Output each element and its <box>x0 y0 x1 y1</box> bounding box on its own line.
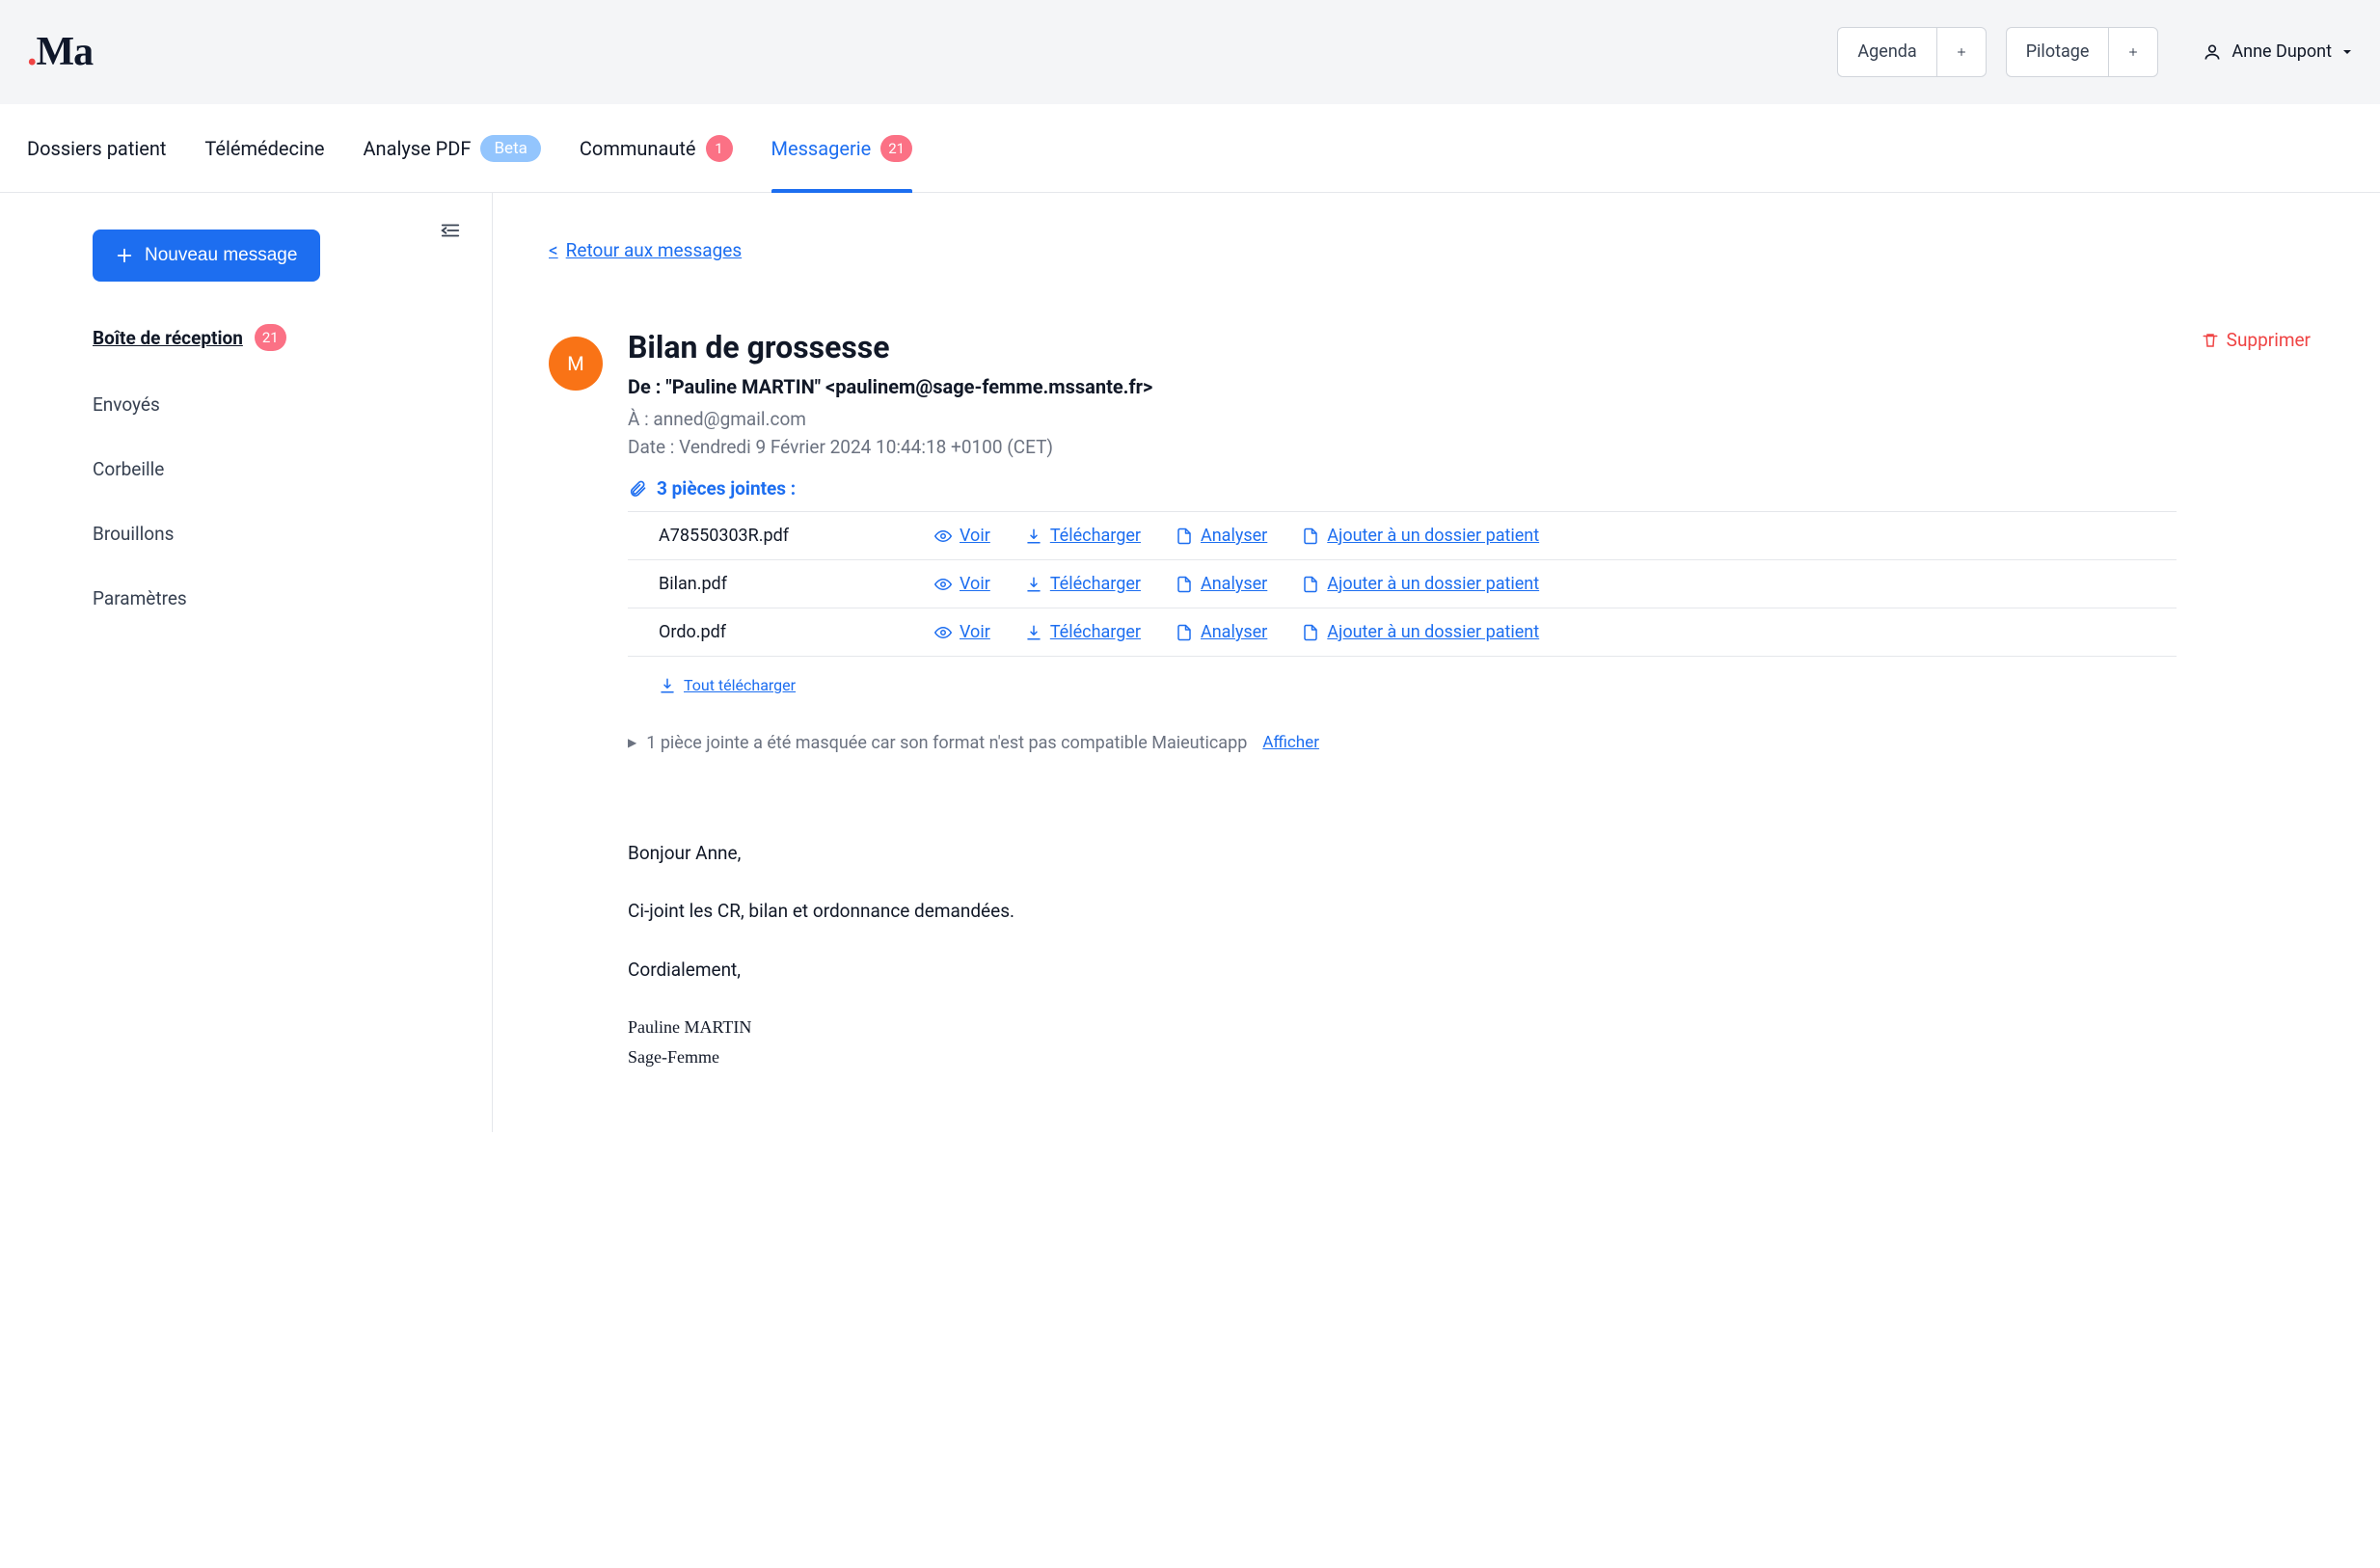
file-icon <box>1176 624 1193 641</box>
logo-text: Ma <box>37 30 94 74</box>
agenda-button[interactable]: Agenda <box>1837 27 1935 77</box>
attachment-download-button[interactable]: Télécharger <box>1025 574 1141 594</box>
plus-icon <box>2128 42 2138 62</box>
main-tabs: Dossiers patient Télémédecine Analyse PD… <box>0 104 2380 193</box>
eye-icon <box>934 576 952 593</box>
back-to-messages-link[interactable]: < Retour aux messages <box>549 239 742 261</box>
hidden-attachment-notice: ▶ 1 pièce jointe a été masquée car son f… <box>628 733 2177 753</box>
attachment-download-button[interactable]: Télécharger <box>1025 526 1141 546</box>
attachment-row: Ordo.pdf Voir Télécharger Analyser Ajouter à… <box>628 608 2177 657</box>
message-date: Date : Vendredi 9 Février 2024 10:44:18 … <box>628 436 2177 458</box>
message-from: De : "Pauline MARTIN" <paulinem@sage-fem… <box>628 375 2177 398</box>
paperclip-icon <box>628 479 647 499</box>
eye-icon <box>934 527 952 545</box>
download-icon <box>659 677 676 694</box>
attachment-add-to-patient-button[interactable]: Ajouter à un dossier patient <box>1302 526 1539 546</box>
tab-messagerie[interactable]: Messagerie 21 <box>771 104 913 192</box>
message-content: < Retour aux messages M Bilan de grosses… <box>493 193 2380 1132</box>
user-menu[interactable]: Anne Dupont <box>2203 41 2353 62</box>
tab-telemedecine[interactable]: Télémédecine <box>204 104 324 192</box>
delete-message-button[interactable]: Supprimer <box>2202 329 2311 351</box>
chevron-left-icon: < <box>549 239 558 261</box>
download-all-button[interactable]: Tout télécharger <box>659 676 796 694</box>
attachment-analyze-button[interactable]: Analyser <box>1176 526 1267 546</box>
collapse-sidebar-button[interactable] <box>440 220 461 241</box>
count-badge: 21 <box>255 324 286 351</box>
attachment-row: Bilan.pdf Voir Télécharger Analyser Ajouter … <box>628 560 2177 608</box>
pilotage-button[interactable]: Pilotage <box>2006 27 2109 77</box>
triangle-right-icon: ▶ <box>628 736 636 749</box>
file-icon <box>1302 576 1319 593</box>
attachment-row: A78550303R.pdf Voir Télécharger Analyser Ajo… <box>628 511 2177 560</box>
plus-icon <box>1957 42 1966 62</box>
tab-communaute[interactable]: Communauté 1 <box>580 104 733 192</box>
show-hidden-button[interactable]: Afficher <box>1262 733 1319 752</box>
top-bar: .Ma Agenda Pilotage Anne Dupont <box>0 0 2380 104</box>
pilotage-plus-button[interactable] <box>2108 27 2158 77</box>
attachment-analyze-button[interactable]: Analyser <box>1176 574 1267 594</box>
attachment-filename: Ordo.pdf <box>659 622 900 642</box>
tab-dossiers-patient[interactable]: Dossiers patient <box>27 104 166 192</box>
sidebar-item-sent[interactable]: Envoyés <box>93 393 438 416</box>
trash-icon <box>2202 332 2219 349</box>
count-badge: 1 <box>706 135 733 162</box>
attachment-view-button[interactable]: Voir <box>934 622 990 642</box>
file-icon <box>1302 624 1319 641</box>
attachment-add-to-patient-button[interactable]: Ajouter à un dossier patient <box>1302 574 1539 594</box>
user-name: Anne Dupont <box>2231 41 2332 62</box>
file-icon <box>1302 527 1319 545</box>
count-badge: 21 <box>880 135 912 162</box>
download-icon <box>1025 576 1042 593</box>
agenda-combo: Agenda <box>1837 27 1986 77</box>
download-icon <box>1025 624 1042 641</box>
message-signature: Pauline MARTIN Sage-Femme <box>628 1014 2177 1070</box>
attachments-list: A78550303R.pdf Voir Télécharger Analyser Ajo… <box>628 511 2177 657</box>
pilotage-combo: Pilotage <box>2006 27 2159 77</box>
user-icon <box>2203 42 2222 62</box>
app-logo: .Ma <box>27 29 93 75</box>
sidebar-item-trash[interactable]: Corbeille <box>93 458 438 480</box>
plus-icon <box>116 247 133 264</box>
attachments-header: 3 pièces jointes : <box>628 477 2177 500</box>
caret-down-icon <box>2341 46 2353 58</box>
eye-icon <box>934 624 952 641</box>
message-to: À : anned@gmail.com <box>628 408 2177 430</box>
sender-avatar: M <box>549 337 603 391</box>
attachment-view-button[interactable]: Voir <box>934 574 990 594</box>
file-icon <box>1176 527 1193 545</box>
sidebar-item-drafts[interactable]: Brouillons <box>93 523 438 545</box>
agenda-plus-button[interactable] <box>1936 27 1987 77</box>
sidebar: Nouveau message Boîte de réception 21 En… <box>0 193 492 1132</box>
beta-badge: Beta <box>480 135 540 162</box>
message-subject: Bilan de grossesse <box>628 329 2177 365</box>
file-icon <box>1176 576 1193 593</box>
outdent-icon <box>440 220 461 241</box>
attachment-analyze-button[interactable]: Analyser <box>1176 622 1267 642</box>
sidebar-item-inbox[interactable]: Boîte de réception 21 <box>93 324 438 351</box>
download-icon <box>1025 527 1042 545</box>
attachment-filename: Bilan.pdf <box>659 574 900 594</box>
new-message-button[interactable]: Nouveau message <box>93 230 320 282</box>
sidebar-item-settings[interactable]: Paramètres <box>93 587 438 609</box>
attachment-filename: A78550303R.pdf <box>659 526 900 546</box>
tab-analyse-pdf[interactable]: Analyse PDF Beta <box>363 104 540 192</box>
message-body: Bonjour Anne, Ci-joint les CR, bilan et … <box>628 840 2177 1071</box>
attachment-view-button[interactable]: Voir <box>934 526 990 546</box>
logo-dot: . <box>27 30 37 74</box>
attachment-download-button[interactable]: Télécharger <box>1025 622 1141 642</box>
attachment-add-to-patient-button[interactable]: Ajouter à un dossier patient <box>1302 622 1539 642</box>
